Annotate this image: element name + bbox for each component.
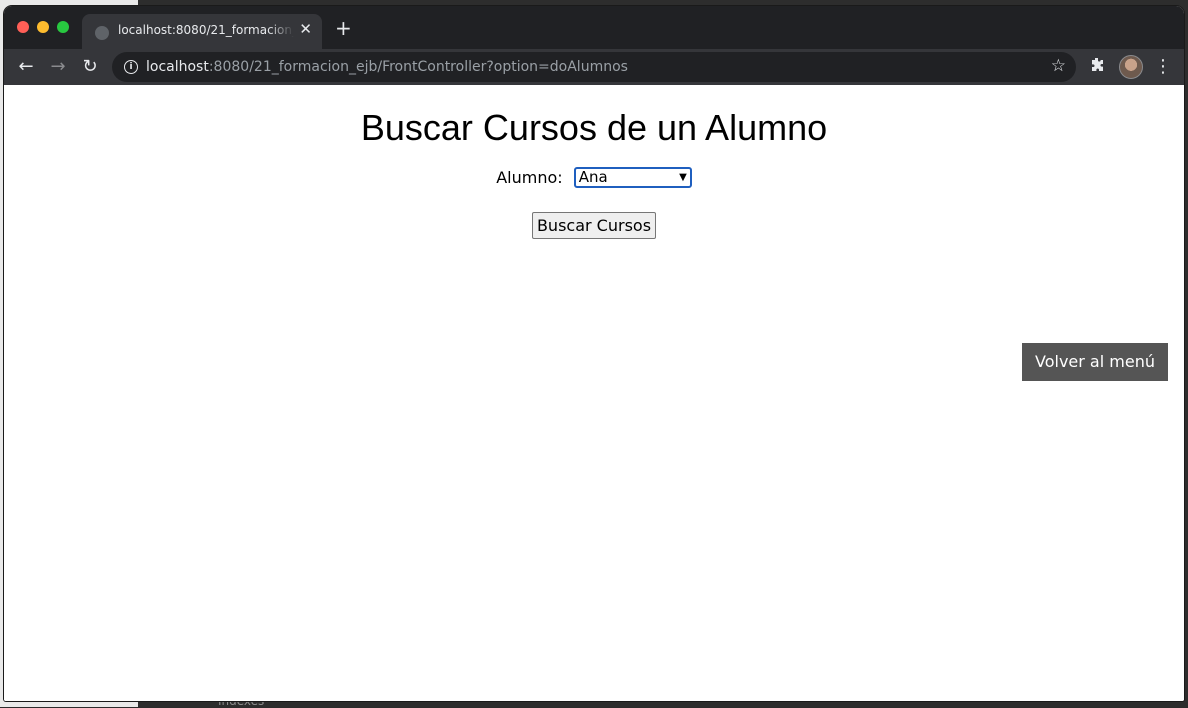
arrow-left-icon[interactable]: ← — [14, 55, 38, 79]
reload-icon[interactable]: ↻ — [78, 55, 102, 79]
minimize-window-button[interactable] — [37, 21, 49, 33]
arrow-right-icon[interactable]: → — [46, 55, 70, 79]
student-form-row: Alumno: Ana ▼ — [4, 167, 1184, 188]
page-content: Buscar Cursos de un Alumno Alumno: Ana ▼… — [4, 85, 1184, 701]
tab-bar: localhost:8080/21_formacion_ejb ✕ + — [4, 6, 1184, 49]
globe-icon — [95, 26, 109, 40]
avatar[interactable] — [1119, 55, 1143, 79]
tab-active[interactable]: localhost:8080/21_formacion_ejb ✕ — [82, 14, 322, 49]
chevron-down-icon: ▼ — [679, 172, 687, 183]
page-title: Buscar Cursos de un Alumno — [360, 107, 828, 148]
student-label: Alumno: — [496, 168, 563, 187]
puzzle-icon[interactable] — [1087, 57, 1107, 77]
search-courses-button[interactable]: Buscar Cursos — [532, 212, 656, 239]
student-select-value: Ana — [578, 168, 608, 186]
back-to-menu-button[interactable]: Volver al menú — [1022, 343, 1168, 381]
info-icon[interactable]: i — [124, 60, 138, 74]
star-icon[interactable]: ☆ — [1051, 56, 1066, 76]
url-text[interactable]: localhost:8080/21_formacion_ejb/FrontCon… — [146, 59, 628, 75]
browser-toolbar: ← → ↻ i localhost:8080/21_formacion_ejb/… — [4, 49, 1184, 85]
tab-close-icon[interactable]: ✕ — [299, 22, 312, 37]
tab-title: localhost:8080/21_formacion_ejb — [118, 23, 294, 37]
url-path: :8080/21_formacion_ejb/FrontController?o… — [208, 59, 628, 75]
address-bar[interactable]: i localhost:8080/21_formacion_ejb/FrontC… — [112, 52, 1076, 82]
browser-window: localhost:8080/21_formacion_ejb ✕ + ← → … — [4, 6, 1184, 701]
new-tab-button[interactable]: + — [335, 18, 352, 38]
student-select[interactable]: Ana ▼ — [573, 167, 692, 188]
maximize-window-button[interactable] — [57, 21, 69, 33]
close-window-button[interactable] — [17, 21, 29, 33]
kebab-menu-icon[interactable]: ⋮ — [1154, 55, 1172, 79]
url-host: localhost — [146, 59, 209, 75]
